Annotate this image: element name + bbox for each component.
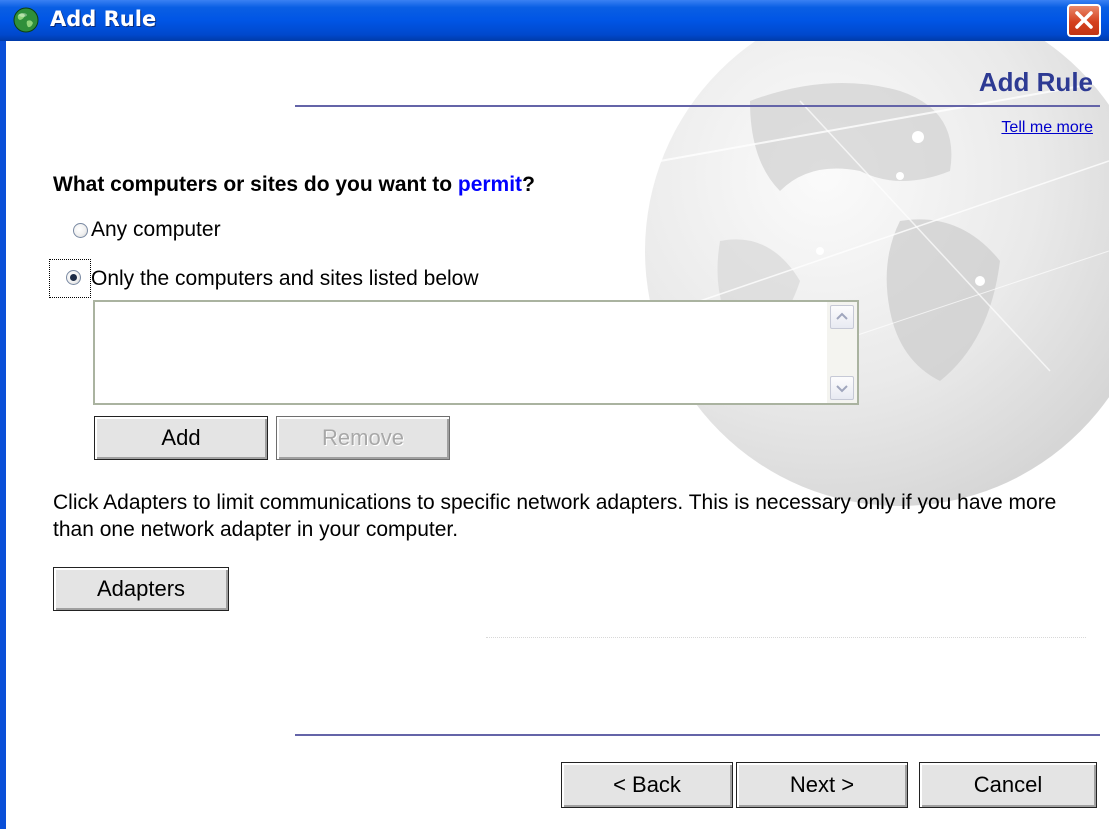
close-button[interactable] <box>1067 4 1101 37</box>
cancel-button[interactable]: Cancel <box>919 762 1097 808</box>
radio-any-computer[interactable] <box>73 223 88 238</box>
sites-listbox[interactable] <box>93 300 859 405</box>
separator-dotted <box>486 637 1086 638</box>
adapters-button[interactable]: Adapters <box>53 567 229 611</box>
scroll-up-button[interactable] <box>830 305 854 329</box>
window-title: Add Rule <box>50 7 157 31</box>
scroll-down-button[interactable] <box>830 376 854 400</box>
next-button[interactable]: Next > <box>736 762 908 808</box>
add-rule-dialog: Add Rule Add Rule Tell me more What comp… <box>0 0 1109 829</box>
dialog-content: Add Rule Tell me more What computers or … <box>6 41 1109 829</box>
back-button[interactable]: < Back <box>561 762 733 808</box>
close-icon <box>1075 11 1093 29</box>
globe-icon <box>13 7 39 33</box>
listbox-scrollbar[interactable] <box>827 302 857 403</box>
adapters-description: Click Adapters to limit communications t… <box>53 491 1057 541</box>
option-listed-sites-label[interactable]: Only the computers and sites listed belo… <box>91 267 479 291</box>
remove-button[interactable]: Remove <box>276 416 450 460</box>
question-keyword: permit <box>457 173 523 196</box>
option-any-computer-label[interactable]: Any computer <box>91 218 221 242</box>
radio-listed-sites[interactable] <box>66 270 81 285</box>
question-heading: What computers or sites do you want to p… <box>53 173 535 197</box>
add-button[interactable]: Add <box>94 416 268 460</box>
question-suffix: ? <box>522 173 535 196</box>
page-title: Add Rule <box>978 67 1093 97</box>
chevron-down-icon <box>836 385 848 393</box>
tell-me-more-link[interactable]: Tell me more <box>1001 119 1093 137</box>
question-prefix: What computers or sites do you want to <box>53 173 458 196</box>
header-divider <box>295 105 1100 107</box>
footer-divider <box>295 734 1100 736</box>
chevron-up-icon <box>836 312 848 320</box>
title-bar[interactable]: Add Rule <box>0 0 1109 41</box>
